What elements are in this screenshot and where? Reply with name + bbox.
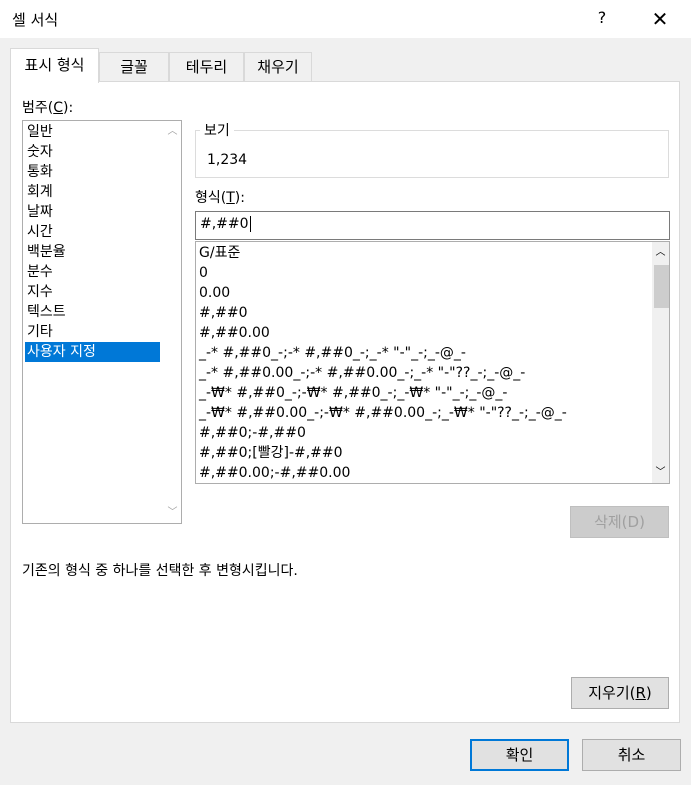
category-list[interactable]: 일반 숫자 통화 회계 날짜 시간 백분율 분수 지수 텍스트 기타 사용자 지…	[22, 120, 182, 524]
category-scrollbar[interactable]: ︿ ﹀	[164, 121, 181, 523]
category-item-special[interactable]: 기타	[25, 322, 160, 342]
preview-value: 1,234	[207, 152, 248, 168]
delete-button[interactable]: 삭제(D)	[570, 506, 669, 538]
category-item-time[interactable]: 시간	[25, 222, 160, 242]
category-item-number[interactable]: 숫자	[25, 142, 160, 162]
category-label: 범주(C):	[22, 100, 74, 116]
category-item-date[interactable]: 날짜	[25, 202, 160, 222]
format-scrollbar[interactable]: ︿ ﹀	[652, 242, 669, 483]
close-button[interactable]: ✕	[645, 6, 675, 32]
number-format-panel: 범주(C): 일반 숫자 통화 회계 날짜 시간 백분율 분수 지수 텍스트 기…	[10, 81, 680, 723]
format-item[interactable]: _-₩* #,##0_-;-₩* #,##0_-;_-₩* "-"_-;_-@_…	[199, 383, 507, 403]
format-item[interactable]: #,##0;[빨강]-#,##0	[199, 443, 343, 463]
tab-border[interactable]: 테두리	[169, 52, 244, 81]
ok-button[interactable]: 확인	[470, 739, 569, 771]
tab-font[interactable]: 글꼴	[99, 52, 169, 81]
format-label: 형식(T):	[195, 190, 245, 206]
category-item-accounting[interactable]: 회계	[25, 182, 160, 202]
tab-number[interactable]: 표시 형식	[10, 48, 99, 83]
format-item[interactable]: #,##0.00	[199, 323, 270, 343]
category-item-text[interactable]: 텍스트	[25, 302, 160, 322]
scroll-thumb[interactable]	[654, 265, 669, 308]
format-item[interactable]: _-* #,##0.00_-;-* #,##0.00_-;_-* "-"??_-…	[199, 363, 525, 383]
format-item[interactable]: _-₩* #,##0.00_-;-₩* #,##0.00_-;_-₩* "-"?…	[199, 403, 567, 423]
tab-fill[interactable]: 채우기	[244, 52, 312, 81]
clear-button[interactable]: 지우기(R)	[571, 677, 669, 709]
text-caret	[249, 216, 251, 232]
format-item[interactable]: G/표준	[199, 243, 240, 263]
format-item[interactable]: #,##0.00;-#,##0.00	[199, 463, 350, 483]
category-item-custom[interactable]: 사용자 지정	[25, 342, 160, 362]
preview-group	[195, 130, 669, 178]
format-item[interactable]: _-* #,##0_-;-* #,##0_-;_-* "-"_-;_-@_-	[199, 343, 466, 363]
preview-legend: 보기	[200, 120, 234, 140]
category-item-scientific[interactable]: 지수	[25, 282, 160, 302]
format-input[interactable]: #,##0	[195, 211, 670, 240]
format-item[interactable]: 0	[199, 263, 208, 283]
scroll-up-icon[interactable]: ︿	[164, 123, 181, 140]
category-item-fraction[interactable]: 분수	[25, 262, 160, 282]
scroll-up-icon[interactable]: ︿	[652, 244, 669, 261]
format-list[interactable]: G/표준 0 0.00 #,##0 #,##0.00 _-* #,##0_-;-…	[195, 241, 670, 484]
category-item-percentage[interactable]: 백분율	[25, 242, 160, 262]
category-item-general[interactable]: 일반	[25, 122, 160, 142]
cancel-button[interactable]: 취소	[582, 739, 681, 771]
title-bar: 셀 서식 ? ✕	[0, 0, 691, 38]
dialog-title: 셀 서식	[12, 11, 59, 29]
scroll-down-icon[interactable]: ﹀	[164, 504, 181, 521]
format-item[interactable]: #,##0	[199, 303, 248, 323]
format-item[interactable]: 0.00	[199, 283, 230, 303]
description-text: 기존의 형식 중 하나를 선택한 후 변형시킵니다.	[22, 563, 298, 579]
scroll-down-icon[interactable]: ﹀	[652, 464, 669, 481]
category-item-currency[interactable]: 통화	[25, 162, 160, 182]
format-item[interactable]: #,##0;-#,##0	[199, 423, 306, 443]
help-button[interactable]: ?	[590, 8, 614, 27]
